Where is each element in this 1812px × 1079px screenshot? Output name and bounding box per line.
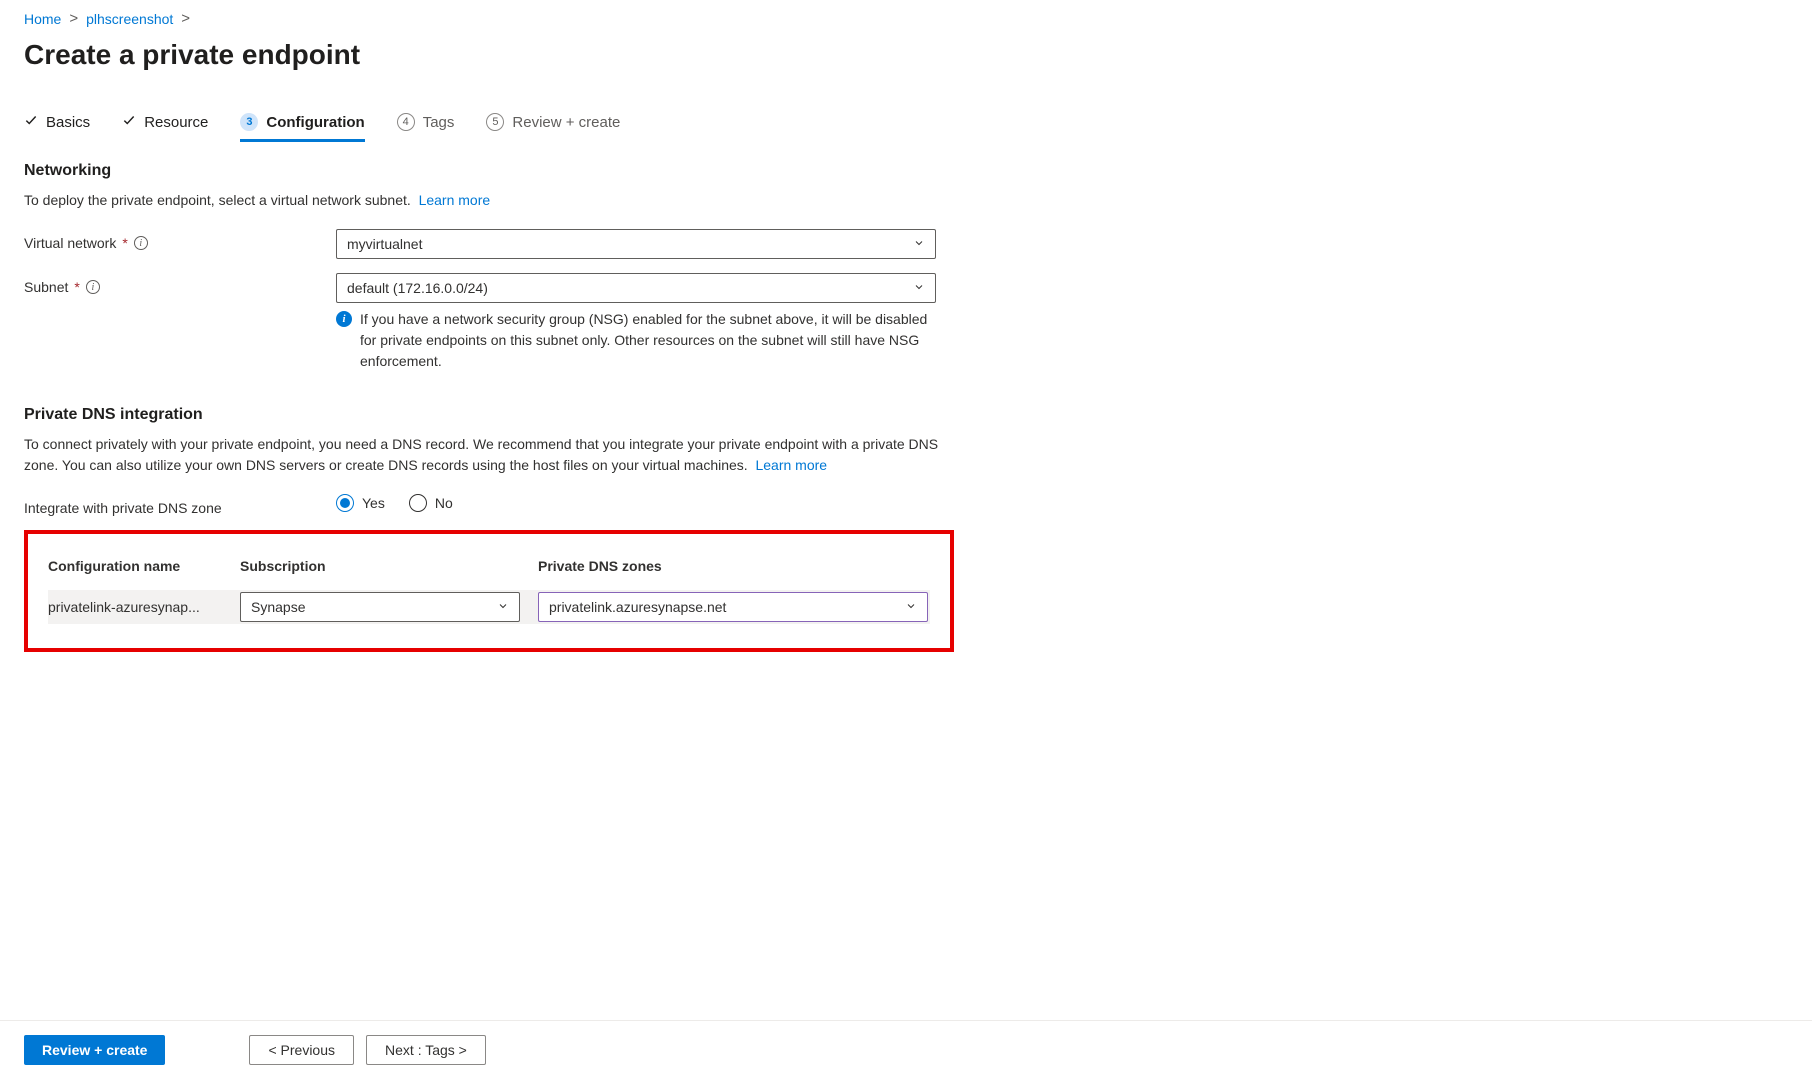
dns-learn-more-link[interactable]: Learn more bbox=[755, 457, 827, 473]
subnet-row: Subnet * i default (172.16.0.0/24) i If … bbox=[24, 273, 1788, 372]
check-icon bbox=[122, 113, 136, 131]
step-number: 5 bbox=[486, 113, 504, 131]
dropdown-value: privatelink.azuresynapse.net bbox=[549, 599, 726, 615]
dns-config-highlight: Configuration name Subscription Private … bbox=[24, 530, 954, 652]
review-create-button[interactable]: Review + create bbox=[24, 1035, 165, 1065]
chevron-down-icon bbox=[905, 599, 917, 615]
dropdown-value: default (172.16.0.0/24) bbox=[347, 280, 488, 296]
header-private-dns-zones: Private DNS zones bbox=[538, 558, 930, 574]
networking-heading: Networking bbox=[24, 162, 1788, 180]
radio-label: No bbox=[435, 495, 453, 511]
previous-button[interactable]: < Previous bbox=[249, 1035, 354, 1065]
info-icon[interactable]: i bbox=[86, 280, 100, 294]
radio-dot bbox=[409, 494, 427, 512]
dns-heading: Private DNS integration bbox=[24, 406, 1788, 424]
tab-basics[interactable]: Basics bbox=[24, 107, 90, 141]
subnet-dropdown[interactable]: default (172.16.0.0/24) bbox=[336, 273, 936, 303]
tab-review-create[interactable]: 5 Review + create bbox=[486, 107, 620, 141]
chevron-down-icon bbox=[913, 236, 925, 252]
step-number: 3 bbox=[240, 113, 258, 131]
dns-description: To connect privately with your private e… bbox=[24, 434, 950, 476]
config-name-value: privatelink-azuresynap... bbox=[48, 593, 240, 621]
wizard-tabs: Basics Resource 3 Configuration 4 Tags 5… bbox=[24, 107, 1788, 142]
breadcrumb: Home > plhscreenshot > bbox=[24, 0, 1788, 35]
wizard-footer: Review + create < Previous Next : Tags > bbox=[0, 1020, 1812, 1079]
dropdown-value: myvirtualnet bbox=[347, 236, 422, 252]
tab-label: Basics bbox=[46, 114, 90, 131]
networking-learn-more-link[interactable]: Learn more bbox=[419, 192, 491, 208]
tab-resource[interactable]: Resource bbox=[122, 107, 208, 141]
breadcrumb-separator: > bbox=[69, 10, 78, 27]
step-number: 4 bbox=[397, 113, 415, 131]
integrate-dns-row: Integrate with private DNS zone Yes No bbox=[24, 494, 1788, 516]
tab-tags[interactable]: 4 Tags bbox=[397, 107, 455, 141]
breadcrumb-separator: > bbox=[181, 10, 190, 27]
virtual-network-dropdown[interactable]: myvirtualnet bbox=[336, 229, 936, 259]
nsg-info-text: If you have a network security group (NS… bbox=[360, 309, 936, 372]
next-button[interactable]: Next : Tags > bbox=[366, 1035, 486, 1065]
page-title: Create a private endpoint bbox=[24, 39, 1788, 71]
virtual-network-label: Virtual network * i bbox=[24, 229, 336, 251]
tab-label: Tags bbox=[423, 114, 455, 131]
dns-table-header: Configuration name Subscription Private … bbox=[48, 558, 930, 590]
info-icon[interactable]: i bbox=[134, 236, 148, 250]
integrate-dns-label: Integrate with private DNS zone bbox=[24, 494, 336, 516]
integrate-dns-radio-group: Yes No bbox=[336, 494, 936, 512]
header-subscription: Subscription bbox=[240, 558, 538, 574]
dropdown-value: Synapse bbox=[251, 599, 305, 615]
tab-configuration[interactable]: 3 Configuration bbox=[240, 107, 364, 141]
networking-description: To deploy the private endpoint, select a… bbox=[24, 190, 950, 211]
chevron-down-icon bbox=[497, 599, 509, 615]
subscription-dropdown[interactable]: Synapse bbox=[240, 592, 520, 622]
integrate-dns-no-radio[interactable]: No bbox=[409, 494, 453, 512]
nsg-info-callout: i If you have a network security group (… bbox=[336, 309, 936, 372]
required-indicator: * bbox=[122, 235, 127, 251]
private-dns-zone-dropdown[interactable]: privatelink.azuresynapse.net bbox=[538, 592, 928, 622]
breadcrumb-item[interactable]: plhscreenshot bbox=[86, 11, 173, 27]
integrate-dns-yes-radio[interactable]: Yes bbox=[336, 494, 385, 512]
required-indicator: * bbox=[74, 279, 79, 295]
tab-label: Review + create bbox=[512, 114, 620, 131]
virtual-network-row: Virtual network * i myvirtualnet bbox=[24, 229, 1788, 259]
info-icon: i bbox=[336, 311, 352, 327]
radio-label: Yes bbox=[362, 495, 385, 511]
chevron-down-icon bbox=[913, 280, 925, 296]
header-config-name: Configuration name bbox=[48, 558, 240, 574]
tab-label: Configuration bbox=[266, 114, 364, 131]
breadcrumb-home[interactable]: Home bbox=[24, 11, 61, 27]
subnet-label: Subnet * i bbox=[24, 273, 336, 295]
radio-dot bbox=[336, 494, 354, 512]
check-icon bbox=[24, 113, 38, 131]
tab-label: Resource bbox=[144, 114, 208, 131]
dns-config-row: privatelink-azuresynap... Synapse privat… bbox=[48, 590, 930, 624]
